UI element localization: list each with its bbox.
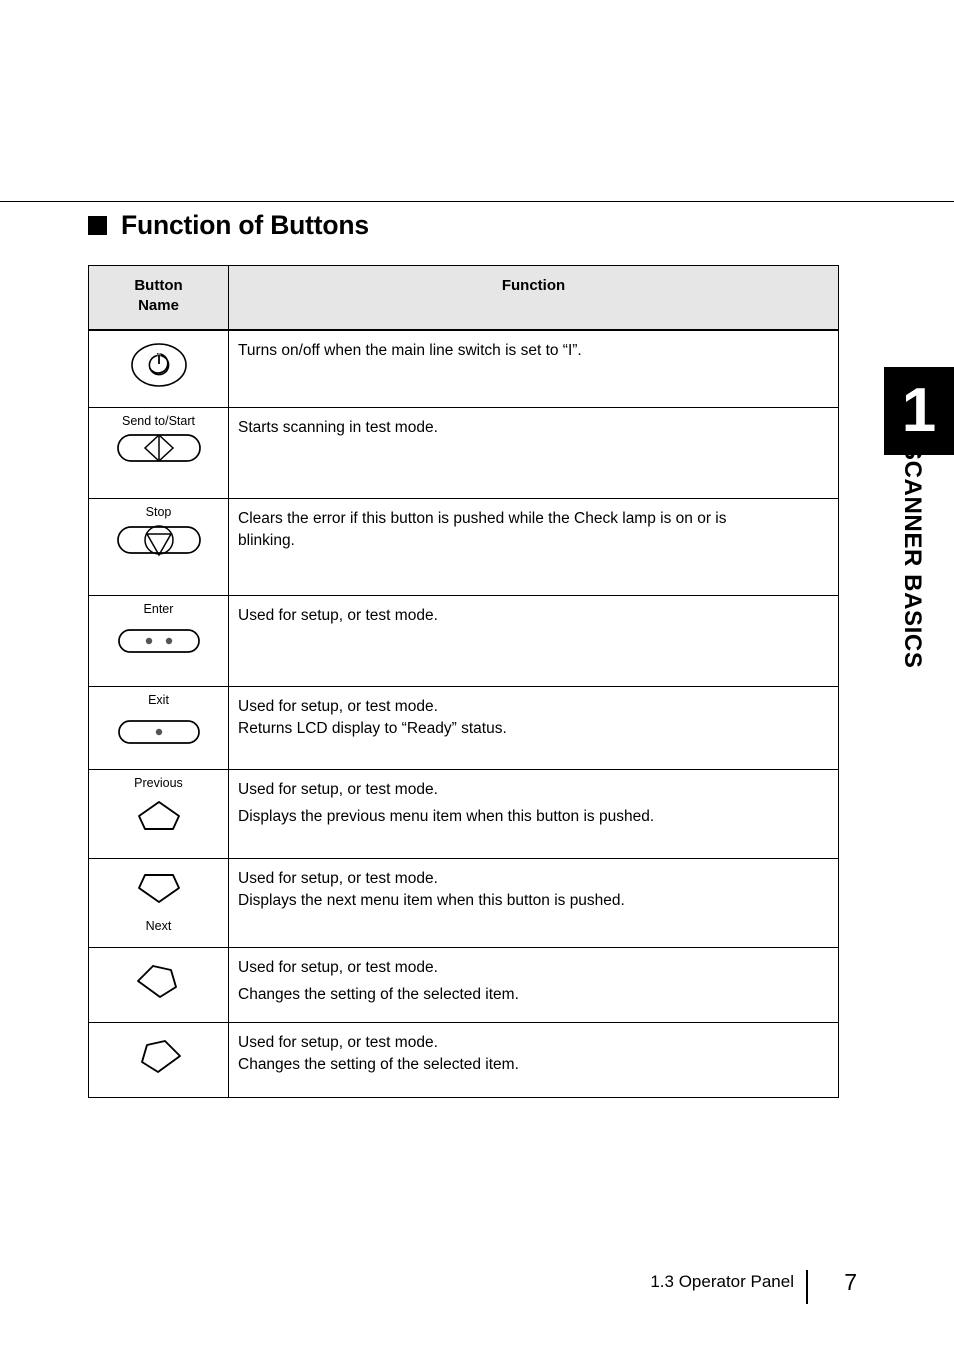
table-row: Used for setup, or test mode. Changes th…	[88, 946, 839, 1023]
button-name-cell	[88, 329, 229, 408]
footer-page-number: 7	[844, 1269, 857, 1295]
table-row: Turns on/off when the main line switch i…	[88, 329, 839, 408]
button-name-cell: Enter	[88, 594, 229, 687]
footer-divider	[806, 1270, 808, 1304]
function-cell: Used for setup, or test mode. Returns LC…	[228, 685, 839, 770]
function-line: Used for setup, or test mode.	[238, 606, 438, 624]
function-cell: Used for setup, or test mode. Displays t…	[228, 768, 839, 859]
enter-button-icon	[93, 627, 224, 655]
section-heading-text: Function of Buttons	[121, 210, 369, 240]
function-cell: Starts scanning in test mode.	[228, 406, 839, 499]
button-name-cell: Previous	[88, 768, 229, 859]
power-button-icon	[93, 337, 224, 393]
function-cell: Turns on/off when the main line switch i…	[228, 329, 839, 408]
column-header-function: Function	[228, 265, 839, 331]
table-row: Exit Used for setup, or test mode. Retur…	[88, 685, 839, 770]
function-line: Used for setup, or test mode.	[238, 958, 438, 976]
function-cell: Used for setup, or test mode. Displays t…	[228, 857, 839, 948]
button-name-cell: Stop	[88, 497, 229, 596]
table-row: Stop Clears the error if this button is …	[88, 497, 839, 596]
button-name-cell: Next	[88, 857, 229, 948]
button-function-table: Button Name Function Turns on/off when t…	[88, 265, 839, 1098]
table-row: Previous Used for setup, or test mode. D…	[88, 768, 839, 859]
button-label: Enter	[143, 601, 174, 616]
function-line: Starts scanning in test mode.	[238, 418, 438, 436]
function-line: Returns LCD display to “Ready” status.	[238, 719, 507, 737]
table-row: Send to/Start Starts scanning in test mo…	[88, 406, 839, 499]
function-line: blinking.	[238, 531, 295, 549]
function-cell: Used for setup, or test mode. Changes th…	[228, 1021, 839, 1098]
table-row: Next Used for setup, or test mode. Displ…	[88, 857, 839, 948]
button-name-cell	[88, 946, 229, 1023]
function-cell: Used for setup, or test mode.	[228, 594, 839, 687]
function-line: Changes the setting of the selected item…	[238, 1055, 519, 1073]
function-line: Displays the previous menu item when thi…	[238, 807, 655, 825]
column-header-button-name-line1: Button	[134, 277, 183, 294]
function-cell: Used for setup, or test mode. Changes th…	[228, 946, 839, 1023]
function-line: Used for setup, or test mode.	[238, 697, 438, 715]
chapter-title: SCANNER BASICS	[899, 444, 926, 669]
column-header-button-name: Button Name	[88, 265, 229, 331]
function-line: Used for setup, or test mode.	[238, 780, 438, 798]
chapter-number: 1	[901, 376, 937, 445]
arrow-left-icon	[93, 962, 224, 1000]
next-arrow-down-icon	[93, 871, 224, 905]
button-label: Previous	[134, 775, 183, 790]
page-footer: 1.3 Operator Panel 7	[0, 1269, 954, 1316]
function-line: Used for setup, or test mode.	[238, 1033, 438, 1051]
exit-button-icon	[93, 718, 224, 746]
stop-button-icon	[93, 522, 224, 558]
function-line: Changes the setting of the selected item…	[238, 985, 519, 1003]
button-label: Exit	[148, 692, 169, 707]
function-line: Turns on/off when the main line switch i…	[238, 341, 582, 359]
column-header-button-name-line2: Name	[138, 297, 179, 315]
send-to-start-button-icon	[93, 431, 224, 465]
table-header-row: Button Name Function	[88, 265, 839, 331]
button-name-cell: Send to/Start	[88, 406, 229, 499]
document-page: Function of Buttons Button Name Function	[0, 0, 954, 1351]
black-square-bullet-icon	[88, 215, 107, 235]
previous-arrow-up-icon	[93, 799, 224, 833]
function-line: Displays the next menu item when this bu…	[238, 891, 625, 909]
function-cell: Clears the error if this button is pushe…	[228, 497, 839, 596]
button-label: Next	[145, 918, 172, 933]
page-title: Function of Buttons	[88, 212, 369, 239]
button-name-cell	[88, 1021, 229, 1098]
function-line: Used for setup, or test mode.	[238, 869, 438, 887]
chapter-tab: 1	[884, 367, 954, 455]
footer-section-title: 1.3 Operator Panel	[650, 1272, 794, 1291]
table-row: Used for setup, or test mode. Changes th…	[88, 1021, 839, 1098]
button-label: Send to/Start	[122, 413, 195, 428]
button-name-cell: Exit	[88, 685, 229, 770]
arrow-right-icon	[93, 1037, 224, 1075]
button-label: Stop	[145, 504, 172, 519]
function-line: Clears the error if this button is pushe…	[238, 509, 727, 527]
table-row: Enter Used for setup, or test mode.	[88, 594, 839, 687]
header-rule	[0, 201, 954, 202]
